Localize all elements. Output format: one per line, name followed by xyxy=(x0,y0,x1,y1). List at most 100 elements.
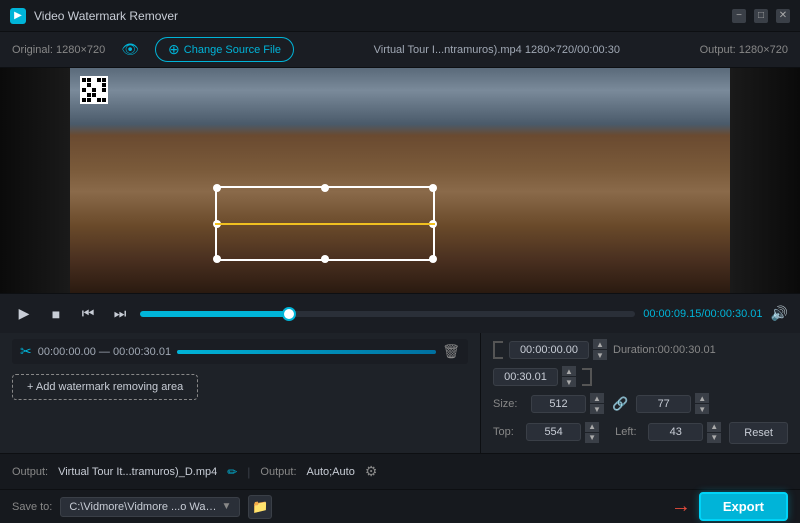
settings-icon[interactable]: ⚙ xyxy=(365,463,378,480)
end-time-down[interactable]: ▼ xyxy=(562,377,576,387)
height-group: ▲ ▼ xyxy=(636,393,709,414)
output-label-1: Output: xyxy=(12,466,48,478)
close-button[interactable]: ✕ xyxy=(776,9,790,23)
width-input[interactable] xyxy=(531,395,586,413)
clip-delete-button[interactable]: 🗑 xyxy=(442,343,460,360)
scissors-icon: ✂ xyxy=(20,343,32,360)
file-info: Virtual Tour I...ntramuros).mp4 1280×720… xyxy=(310,44,684,56)
progress-fill xyxy=(140,311,291,317)
left-label: Left: xyxy=(615,426,640,438)
save-path-text: C:\Vidmore\Vidmore ...o Watermark Remove… xyxy=(69,501,217,513)
time-bracket-right xyxy=(582,368,592,386)
save-to-label: Save to: xyxy=(12,501,52,513)
main-content: ✂ 00:00:00.00 — 00:00:30.01 🗑 + Add wate… xyxy=(0,333,800,453)
next-frame-button[interactable]: ⏭ xyxy=(108,302,132,326)
bottom-bar: Save to: C:\Vidmore\Vidmore ...o Waterma… xyxy=(0,489,800,523)
volume-icon[interactable]: 🔊 xyxy=(771,305,788,322)
original-info: Original: 1280×720 xyxy=(12,44,105,56)
video-area xyxy=(0,68,800,293)
width-spinners: ▲ ▼ xyxy=(590,393,604,414)
top-input[interactable] xyxy=(526,423,581,441)
app-title: Video Watermark Remover xyxy=(34,9,178,23)
clip-label: 00:00:00.00 — 00:00:30.01 xyxy=(38,346,171,358)
output-value-2: Auto;Auto xyxy=(307,466,355,478)
status-bar: Output: Virtual Tour It...tramuros)_D.mp… xyxy=(0,453,800,489)
change-source-button[interactable]: ⊕ Change Source File xyxy=(155,37,294,62)
start-time-up[interactable]: ▲ xyxy=(593,339,607,349)
top-bar: Original: 1280×720 👁 ⊕ Change Source Fil… xyxy=(0,32,800,68)
start-time-spinners: ▲ ▼ xyxy=(593,339,607,360)
qr-overlay xyxy=(80,76,108,104)
top-label: Top: xyxy=(493,426,518,438)
clip-timeline: ✂ 00:00:00.00 — 00:00:30.01 🗑 xyxy=(12,339,468,364)
export-button[interactable]: Export xyxy=(699,492,788,521)
start-time-group: ▲ ▼ xyxy=(509,339,607,360)
height-up[interactable]: ▲ xyxy=(695,393,709,403)
top-down[interactable]: ▼ xyxy=(585,433,599,443)
end-time-group: ▲ ▼ xyxy=(493,366,576,387)
maximize-button[interactable]: □ xyxy=(754,9,768,23)
width-group: ▲ ▼ xyxy=(531,393,604,414)
end-time-spinners: ▲ ▼ xyxy=(562,366,576,387)
play-button[interactable]: ▶ xyxy=(12,302,36,326)
current-time: 00:00:09.15 xyxy=(643,308,701,320)
size-row: Size: ▲ ▼ 🔗 ▲ ▼ xyxy=(493,393,788,414)
top-spinners: ▲ ▼ xyxy=(585,422,599,443)
reset-button[interactable]: Reset xyxy=(729,422,788,444)
progress-track[interactable] xyxy=(140,311,635,317)
export-section: → Export xyxy=(671,492,788,521)
gate-left xyxy=(0,68,70,293)
position-row: Top: ▲ ▼ Left: ▲ ▼ Reset xyxy=(493,420,788,444)
width-up[interactable]: ▲ xyxy=(590,393,604,403)
browse-folder-button[interactable]: 📁 xyxy=(248,495,272,519)
right-panel: ▲ ▼ Duration:00:00:30.01 ▲ ▼ Size: ▲ xyxy=(480,333,800,453)
arrow-indicator: → xyxy=(671,495,691,518)
title-bar-left: ▶ Video Watermark Remover xyxy=(10,8,178,24)
start-time-input[interactable] xyxy=(509,341,589,359)
link-icon: 🔗 xyxy=(612,396,628,412)
timeline-bar[interactable] xyxy=(177,350,436,354)
time-bracket-left xyxy=(493,341,503,359)
height-down[interactable]: ▼ xyxy=(695,404,709,414)
edit-icon[interactable]: ✏ xyxy=(227,465,237,479)
stop-button[interactable]: ■ xyxy=(44,302,68,326)
window-controls: − □ ✕ xyxy=(732,9,790,23)
eye-icon[interactable]: 👁 xyxy=(121,41,139,58)
end-time-up[interactable]: ▲ xyxy=(562,366,576,376)
playback-bar: ▶ ■ ⏮ ⏭ 00:00:09.15/00:00:30.01 🔊 xyxy=(0,293,800,333)
top-group: ▲ ▼ xyxy=(526,422,599,443)
progress-thumb[interactable] xyxy=(282,307,296,321)
plus-icon: ⊕ xyxy=(168,41,180,58)
gate-right xyxy=(730,68,800,293)
size-label: Size: xyxy=(493,398,523,410)
left-panel: ✂ 00:00:00.00 — 00:00:30.01 🗑 + Add wate… xyxy=(0,333,480,453)
app-icon: ▶ xyxy=(10,8,26,24)
output-info: Output: 1280×720 xyxy=(700,44,788,56)
output-value-1: Virtual Tour It...tramuros)_D.mp4 xyxy=(58,466,217,478)
timeline-fill xyxy=(177,350,436,354)
change-source-label: Change Source File xyxy=(184,44,281,56)
title-bar: ▶ Video Watermark Remover − □ ✕ xyxy=(0,0,800,32)
height-input[interactable] xyxy=(636,395,691,413)
end-time-input[interactable] xyxy=(493,368,558,386)
prev-frame-button[interactable]: ⏮ xyxy=(76,302,100,326)
left-input[interactable] xyxy=(648,423,703,441)
width-down[interactable]: ▼ xyxy=(590,404,604,414)
save-path-selector[interactable]: C:\Vidmore\Vidmore ...o Watermark Remove… xyxy=(60,497,240,517)
minimize-button[interactable]: − xyxy=(732,9,746,23)
left-group: ▲ ▼ xyxy=(648,422,721,443)
time-display: 00:00:09.15/00:00:30.01 xyxy=(643,308,762,320)
start-time-down[interactable]: ▼ xyxy=(593,350,607,360)
total-time: 00:00:30.01 xyxy=(704,308,762,320)
top-up[interactable]: ▲ xyxy=(585,422,599,432)
add-watermark-label: + Add watermark removing area xyxy=(27,381,183,393)
video-scene xyxy=(0,68,800,293)
dropdown-arrow-icon: ▼ xyxy=(221,501,231,512)
left-down[interactable]: ▼ xyxy=(707,433,721,443)
left-up[interactable]: ▲ xyxy=(707,422,721,432)
add-watermark-button[interactable]: + Add watermark removing area xyxy=(12,374,198,400)
height-spinners: ▲ ▼ xyxy=(695,393,709,414)
time-controls: ▲ ▼ Duration:00:00:30.01 ▲ ▼ xyxy=(493,339,788,387)
output-label-2: Output: xyxy=(260,466,296,478)
duration-label: Duration:00:00:30.01 xyxy=(613,344,716,356)
